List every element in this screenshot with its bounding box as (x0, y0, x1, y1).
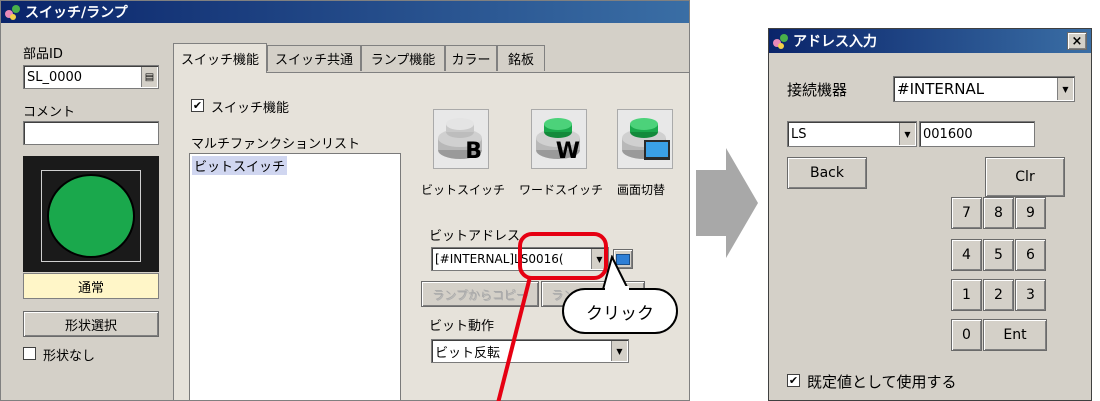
default-value-checkbox[interactable]: ✔ (787, 374, 800, 387)
callout-text: クリック (586, 303, 654, 324)
click-callout: クリック (562, 288, 678, 334)
default-value-label: 既定値として使用する (807, 373, 957, 391)
address-type-select[interactable]: LS ▼ (787, 121, 917, 147)
screen-change-icon[interactable] (617, 109, 673, 169)
chevron-down-icon[interactable]: ▼ (611, 341, 627, 361)
switch-function-label: スイッチ機能 (211, 101, 290, 116)
tab-nameplate[interactable]: 銘板 (497, 45, 545, 71)
back-button[interactable]: Back (787, 157, 867, 189)
state-label-box: 通常 (23, 273, 159, 299)
tab-color[interactable]: カラー (445, 45, 497, 71)
tab-switch-function[interactable]: スイッチ機能 (173, 43, 267, 73)
spin-icon[interactable]: ▤ (141, 67, 157, 87)
device-label: 接続機器 (787, 81, 848, 99)
comment-label: コメント (23, 105, 76, 120)
tab-lamp-function[interactable]: ランプ機能 (361, 45, 445, 71)
close-icon: × (1071, 33, 1083, 49)
part-id-field[interactable]: SL_0000 ▤ (23, 65, 159, 89)
key-0[interactable]: 0 (951, 319, 982, 351)
multifunction-list-label: マルチファンクションリスト (191, 137, 361, 152)
clear-button[interactable]: Clr (985, 157, 1065, 197)
shape-select-button[interactable]: 形状選択 (23, 311, 159, 337)
app-icon (5, 4, 21, 20)
part-id-value: SL_0000 (27, 69, 83, 85)
key-3[interactable]: 3 (1015, 279, 1046, 311)
state-label: 通常 (77, 280, 104, 296)
address-number-value: 001600 (923, 126, 973, 142)
part-id-label: 部品ID (23, 47, 63, 62)
address-input-dialog: アドレス入力 × 接続機器 #INTERNAL ▼ LS ▼ 001600 Ba… (768, 28, 1092, 401)
switch-function-checkbox[interactable]: ✔ (191, 99, 204, 112)
flow-arrow-icon (696, 148, 758, 258)
key-9[interactable]: 9 (1015, 197, 1046, 229)
bit-switch-icon[interactable]: B (433, 109, 489, 169)
window-title: スイッチ/ランプ (25, 5, 128, 21)
screen-change-label: 画面切替 (617, 183, 666, 197)
shape-preview (23, 156, 159, 272)
list-item[interactable]: ビットスイッチ (192, 156, 288, 175)
key-8[interactable]: 8 (983, 197, 1014, 229)
key-2[interactable]: 2 (983, 279, 1014, 311)
key-4[interactable]: 4 (951, 239, 982, 271)
device-value: #INTERNAL (897, 80, 985, 98)
key-1[interactable]: 1 (951, 279, 982, 311)
chevron-down-icon[interactable]: ▼ (1057, 78, 1073, 100)
lamp-circle (47, 174, 135, 258)
multifunction-list[interactable]: ビットスイッチ (189, 153, 401, 400)
bit-address-label: ビットアドレス (429, 229, 521, 244)
device-select[interactable]: #INTERNAL ▼ (893, 76, 1075, 102)
pointer-line (496, 276, 532, 401)
title-bar: スイッチ/ランプ (1, 1, 689, 23)
word-switch-label: ワードスイッチ (519, 183, 604, 197)
key-5[interactable]: 5 (983, 239, 1014, 271)
no-shape-checkbox[interactable] (23, 347, 36, 360)
dialog-title-bar: アドレス入力 × (769, 29, 1091, 53)
close-button[interactable]: × (1067, 32, 1087, 50)
app-icon (773, 33, 789, 49)
dialog-title: アドレス入力 (793, 34, 877, 50)
tab-switch-common[interactable]: スイッチ共通 (267, 45, 361, 71)
callout-tail-cover (605, 286, 629, 290)
enter-key[interactable]: Ent (983, 319, 1047, 351)
word-switch-icon[interactable]: W (531, 109, 587, 169)
key-7[interactable]: 7 (951, 197, 982, 229)
no-shape-label: 形状なし (43, 349, 96, 364)
comment-field[interactable] (23, 121, 159, 145)
key-6[interactable]: 6 (1015, 239, 1046, 271)
bit-switch-label: ビットスイッチ (421, 183, 506, 197)
chevron-down-icon[interactable]: ▼ (899, 123, 915, 145)
address-type-value: LS (791, 126, 807, 142)
switch-lamp-window: スイッチ/ランプ 部品ID SL_0000 ▤ コメント 通常 形状選択 形状な… (0, 0, 690, 401)
address-number-field[interactable]: 001600 (919, 121, 1035, 147)
